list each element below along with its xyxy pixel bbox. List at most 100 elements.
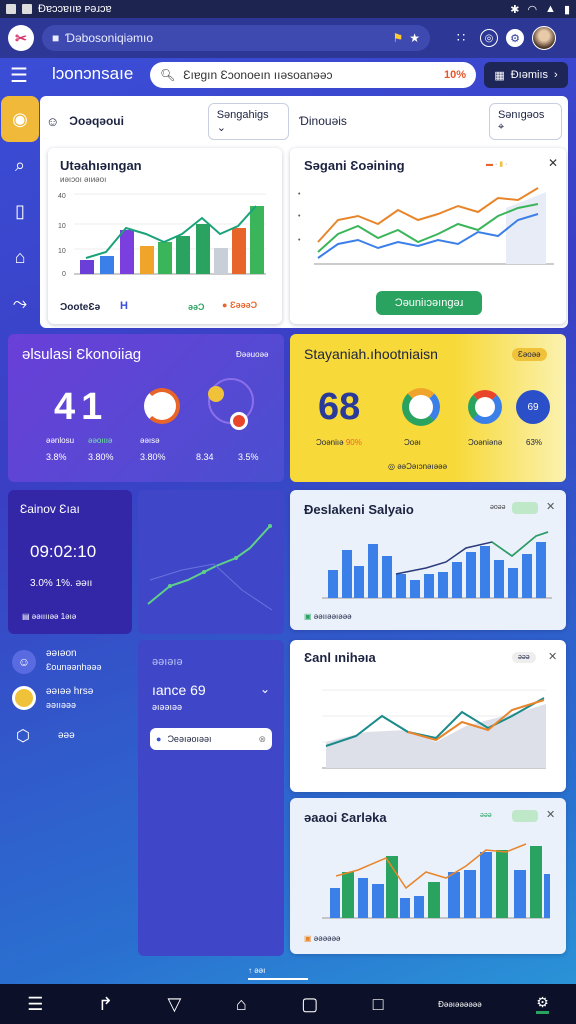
sidebar-item-docs[interactable]: ▯ [0,188,40,234]
coin-icon [12,686,36,710]
stat-value: 3.8% [46,452,67,462]
stat-value: 3.5% [238,452,259,462]
sidebar-item-home[interactable]: ◉ [1,96,39,142]
settings-icon[interactable]: ⚙ [506,29,524,47]
share-button[interactable]: Sǝnıɡǝos ⌖ [488,102,562,140]
big-number: 68 [318,386,361,428]
home-icon[interactable]: ⌂ [236,994,247,1015]
search-placeholder: Ɛıɐɡın Ɛɔonoeın ııǝsoanǝǝɔ [183,68,333,82]
close-icon[interactable]: ⊗ [258,734,266,745]
report-button[interactable]: Ɔǝuniıɔǝıngǝɹ [376,291,482,315]
app-icon [6,4,16,14]
chevron-right-icon: › [554,69,558,81]
card-bar-line: Ɖeslakeni Salyaio ǝoǝǝ ✕ ▣ ǝǝııǝǝıǝǝǝ [290,490,566,630]
card-footer: ▣ ǝǝııǝǝıǝǝǝ [304,612,352,621]
app-logo[interactable]: ✂ [8,25,34,51]
menu-icon[interactable]: ☰ [10,66,34,86]
card-bar-chart-2: ǝaaoi Ɛarlǝka ǝǝǝ ✕ ▣ ǝǝǝǝǝǝ [290,798,566,954]
status-badge [512,502,538,514]
stat-value: 90% [345,438,362,447]
card-footer: ▣ ǝǝǝǝǝǝ [304,934,341,943]
chevron-down-icon[interactable]: ⌄ [260,682,270,696]
card-tag: Ɖǝǝuoǝǝ [236,350,269,359]
hexagon-icon: ⬡ [16,728,30,745]
big-number: 41 [54,386,109,428]
search-icon: ⌕ [14,154,26,175]
bar-line-chart [322,531,552,599]
stat-label: Ɔoǝniǝnǝ [468,438,503,447]
card-title: Sǝɡani Ɛoǝining [304,158,405,173]
signal-icon: ▲ [545,3,556,15]
sidebar-item-cases[interactable]: ⌂ [0,234,40,280]
dashboard-button[interactable]: ▦ Ɖıǝmiıs › [484,62,568,88]
app-icon [22,4,32,14]
chevron-down-icon: ⌄ [216,121,226,134]
card-footer-badge-text: ƐǝǝǝƆ [229,300,258,310]
close-icon[interactable]: ✕ [546,500,555,513]
filter-dropdown[interactable]: Sǝnɡahiɡs ⌄ [207,102,290,140]
selector-chip[interactable]: ● Ɔeǝıǝoıǝǝı ⊗ [150,728,272,750]
list-item[interactable]: ⬡ ǝǝǝ [12,726,132,748]
person-icon: ☺ [12,650,36,674]
page-indicator: ↑ ǝǝı [248,966,266,975]
search-badge: 10% [443,69,466,81]
sidebar-item-chart[interactable]: ⤳ [0,280,40,326]
card-title: Ɛainov Ɛıaı [20,502,80,516]
list-item[interactable]: ǝǝıǝǝ hrsǝ ǝǝııǝǝǝ [12,686,132,716]
svg-text:•: • [298,213,301,220]
svg-text:10: 10 [58,223,66,230]
recents-icon[interactable]: ▢ [301,994,318,1015]
share-label: Sǝnıɡǝos [497,108,545,121]
bar-chart: 40 10 10 0 [58,193,266,278]
bookmark-icon[interactable]: ⚑ [392,31,403,45]
wifi-icon: ◠ [527,3,538,16]
grouped-bar-chart [322,843,550,919]
line-chart: • • • [298,187,554,265]
dot-icon: ● [156,734,162,744]
doc-icon: ▤ [22,612,30,621]
sidebar: ◉ ⌕ ▯ ⌂ ⤳ [0,96,40,336]
legend-dot: ▬ [486,161,493,168]
orange-dot-icon: ● [222,300,228,310]
card-tag: Ɛǝoǝǝ [512,348,547,361]
card-title: ǝǝıǝıǝ [152,656,183,668]
legend-dot: ▮ [499,161,504,168]
back-icon[interactable]: ↱ [98,994,113,1015]
book-icon: ▯ [15,200,25,221]
card-line-chart: Sǝɡani Ɛoǝining ▬ · ▮ · ✕ • • • Ɔǝuniıɔǝın… [290,148,566,324]
list-item-title: ǝǝıǝǝ hrsǝ [46,686,94,697]
star-icon[interactable]: ★ [409,31,420,45]
list-item-title: ǝǝıǝon [46,648,77,659]
square-icon[interactable]: □ [373,994,384,1015]
card-timer: Ɛainov Ɛıaı 09:02:10 3.0% 1%. ǝǝıı ▤ ǝǝı… [8,490,132,634]
card-footer-text: ǝǝııǝǝıǝǝǝ [313,612,352,621]
close-icon[interactable]: ✕ [548,650,557,663]
close-icon[interactable]: ✕ [546,808,555,821]
status-badge [512,810,538,822]
close-icon[interactable]: ✕ [548,156,558,170]
sidebar-item-search[interactable]: ⌕ [0,142,40,188]
tab-dinouls[interactable]: Ɗinouǝis [299,114,479,128]
card-title: ǝlsulasi Ɛkonoiiag [22,346,142,363]
coin-icon [208,386,224,402]
avatar[interactable] [532,26,556,50]
menu-icon[interactable]: ☰ [27,994,43,1015]
svg-text:40: 40 [58,193,66,200]
settings-icon[interactable]: ⚙ [536,994,549,1014]
list-item[interactable]: ☺ ǝǝıǝon Ɛounǝǝnhǝǝǝ [12,648,132,678]
card-title: ǝaaoi Ɛarlǝka [304,810,387,825]
card-footer-text: ǝǝııııǝǝ 1ǝıǝ [31,612,77,621]
triangle-icon[interactable]: ▽ [167,994,181,1015]
value-chip: 69 [516,390,550,424]
search-input[interactable]: 🔍︎ Ɛıɐɡın Ɛɔonoeın ııǝsoanǝǝɔ 10% [150,62,476,88]
target-icon [230,412,248,430]
card-footer-text: ǝǝǝǝǝǝ [313,934,341,943]
status-bar: Ɖɐɔɔɐııɐ ᴘǝɹɔɐ ✱ ◠ ▲ ▮ [0,0,576,18]
grid-icon[interactable]: ∷ [450,27,472,49]
donut-chart [402,388,440,426]
url-bar[interactable]: ■ Ɗǝbosoniqiǝmıo ⚑ ★ [42,25,430,51]
card-footer: ◎ ǝǝƆǝıɔnǝıǝǝǝ [388,462,447,471]
report-button-label: Ɔǝuniıɔǝıngǝɹ [394,297,464,309]
help-icon[interactable]: H [120,300,128,312]
chat-icon[interactable]: ◎ [480,29,498,47]
